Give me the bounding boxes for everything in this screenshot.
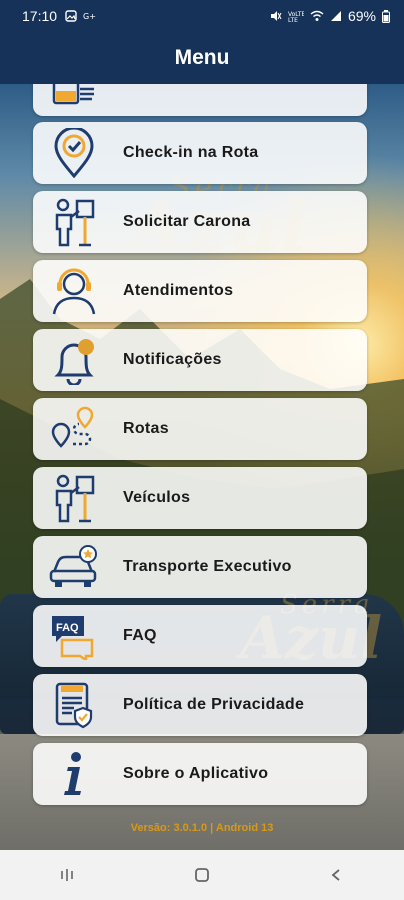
- menu-item-check-in[interactable]: Check-in na Rota: [33, 122, 367, 184]
- location-check-icon: [43, 122, 105, 184]
- menu-item-label: Notificações: [123, 351, 222, 368]
- menu-item-label: Veículos: [123, 489, 191, 506]
- recent-apps-button[interactable]: [47, 855, 87, 895]
- menu-item-sobre-aplicativo[interactable]: Sobre o Aplicativo: [33, 743, 367, 805]
- home-icon: [195, 868, 209, 882]
- menu-item-transporte-executivo[interactable]: Transporte Executivo: [33, 536, 367, 598]
- car-star-icon: [43, 536, 105, 598]
- person-sign-icon: [43, 191, 105, 253]
- mute-icon: [270, 11, 282, 21]
- privacy-document-icon: [43, 674, 105, 736]
- status-bar: 17:10 G+ VoLTE LTE 69%: [0, 0, 404, 32]
- person-sign-icon: [43, 467, 105, 529]
- menu-item-faq[interactable]: FAQ FAQ: [33, 605, 367, 667]
- menu-item-ticket[interactable]: [33, 84, 367, 116]
- faq-icon: FAQ: [43, 605, 105, 667]
- volte-icon: VoLTELTE: [288, 11, 304, 22]
- menu-item-notificacoes[interactable]: Notificações: [33, 329, 367, 391]
- wifi-icon: [310, 10, 324, 21]
- status-time: 17:10: [22, 8, 58, 24]
- ticket-icon: [43, 84, 105, 116]
- menu-item-label: FAQ: [123, 627, 157, 644]
- svg-text:FAQ: FAQ: [56, 622, 79, 634]
- support-agent-icon: [43, 260, 105, 322]
- app-version: Versão: 3.0.1.0 | Android 13: [130, 822, 274, 834]
- bell-icon: [43, 329, 105, 391]
- menu-item-veiculos[interactable]: Veículos: [33, 467, 367, 529]
- home-button[interactable]: [182, 855, 222, 895]
- gallery-icon: [65, 10, 77, 22]
- menu-item-label: Solicitar Carona: [123, 213, 251, 230]
- svg-text:G+: G+: [83, 12, 96, 21]
- info-icon: [43, 743, 105, 805]
- svg-text:LTE: LTE: [288, 17, 298, 22]
- menu-item-rotas[interactable]: Rotas: [33, 398, 367, 460]
- battery-level: 69%: [347, 8, 376, 24]
- menu-item-politica-privacidade[interactable]: Política de Privacidade: [33, 674, 367, 736]
- back-button[interactable]: [317, 855, 357, 895]
- menu-item-label: Check-in na Rota: [123, 144, 259, 161]
- menu-item-label: Política de Privacidade: [123, 696, 305, 713]
- menu-item-label: Sobre o Aplicativo: [123, 765, 269, 782]
- signal-bars-icon: [330, 11, 341, 21]
- menu-content[interactable]: Serra Azul Serra Azul Check-in na Rota S…: [0, 84, 404, 850]
- signal-icon: G+: [83, 12, 96, 21]
- app-bar: Menu: [0, 32, 404, 84]
- menu-item-atendimentos[interactable]: Atendimentos: [33, 260, 367, 322]
- menu-item-label: Rotas: [123, 420, 169, 437]
- route-icon: [43, 398, 105, 460]
- page-title: Menu: [174, 46, 230, 69]
- menu-item-label: Atendimentos: [123, 282, 234, 299]
- recent-apps-icon: [61, 869, 74, 881]
- battery-icon: [382, 9, 390, 23]
- menu-item-solicitar-carona[interactable]: Solicitar Carona: [33, 191, 367, 253]
- menu-item-label: Transporte Executivo: [123, 558, 292, 575]
- navigation-bar: [0, 850, 404, 900]
- back-icon: [331, 869, 340, 881]
